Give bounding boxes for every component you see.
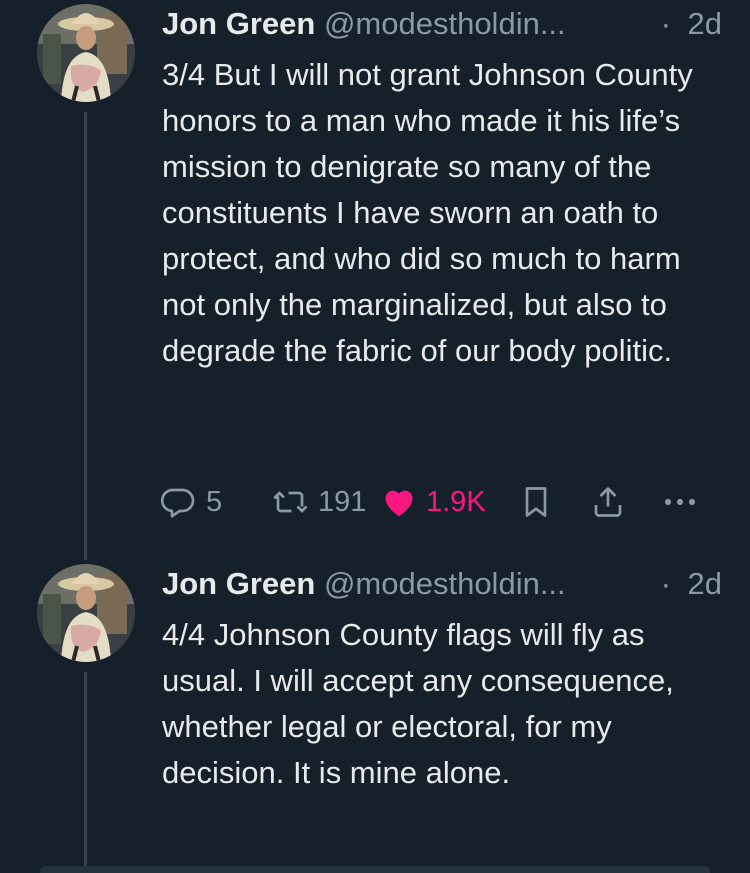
separator-dot: · (660, 566, 671, 601)
timestamp-group: · 2d (661, 564, 722, 604)
avatar[interactable] (37, 564, 135, 662)
retweet-count: 191 (318, 485, 367, 518)
tweet-header: Jon Green @modestholdin... · 2d (162, 564, 722, 604)
separator-dot: · (660, 6, 671, 41)
author-name[interactable]: Jon Green (162, 6, 315, 41)
reply-icon (160, 488, 195, 518)
author-handle[interactable]: @modestholdin... (324, 6, 566, 41)
author-handle[interactable]: @modestholdin... (324, 566, 566, 601)
more-icon (664, 498, 696, 506)
author-name[interactable]: Jon Green (162, 566, 315, 601)
share-button[interactable] (590, 478, 626, 526)
bookmark-icon (525, 487, 547, 517)
reply-count: 5 (206, 485, 223, 518)
retweet-button[interactable]: 191 (272, 478, 366, 526)
avatar-photo-icon (37, 4, 135, 102)
more-button[interactable] (660, 478, 700, 526)
tweet[interactable]: Jon Green @modestholdin... · 2d 3/4 But … (0, 0, 750, 560)
timestamp[interactable]: 2d (688, 6, 722, 41)
avatar[interactable] (37, 4, 135, 102)
like-button[interactable]: 1.9K (380, 478, 486, 526)
timestamp[interactable]: 2d (688, 566, 722, 601)
tweet-text: 3/4 But I will not grant Johnson County … (162, 57, 693, 368)
timestamp-group: · 2d (661, 4, 722, 44)
tweet-actions: 5 191 1.9K (0, 478, 750, 526)
avatar-photo-icon (37, 564, 135, 662)
next-tweet-edge (40, 866, 710, 873)
thread-line (84, 672, 87, 873)
tweet-text: 4/4 Johnson County flags will fly as usu… (162, 617, 674, 790)
tweet-header: Jon Green @modestholdin... · 2d (162, 4, 722, 44)
bookmark-button[interactable] (518, 478, 554, 526)
reply-button[interactable]: 5 (160, 478, 222, 526)
retweet-icon (273, 491, 308, 513)
share-icon (594, 487, 622, 517)
like-count: 1.9K (426, 485, 486, 518)
tweet[interactable]: Jon Green @modestholdin... · 2d 4/4 John… (0, 560, 750, 873)
heart-icon (385, 490, 413, 517)
